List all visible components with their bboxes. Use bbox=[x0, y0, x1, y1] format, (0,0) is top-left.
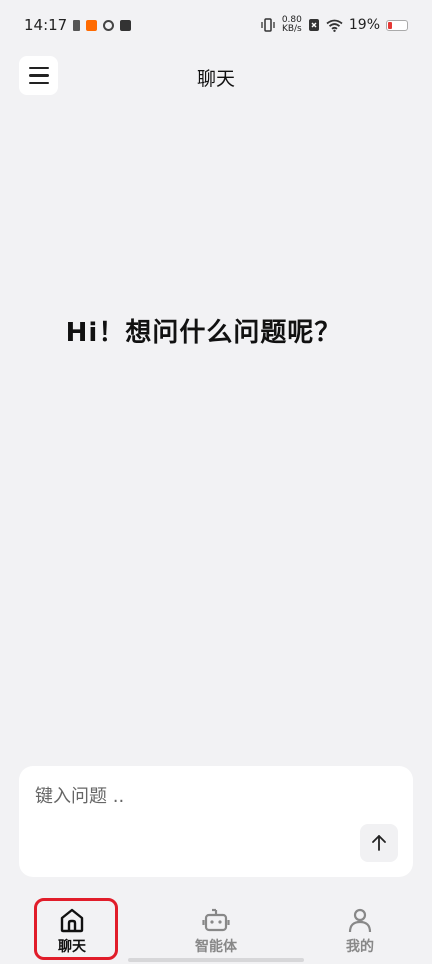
bottom-nav: 聊天 智能体 我的 bbox=[0, 896, 432, 964]
page-title: 聊天 bbox=[196, 68, 235, 90]
greeting-text: Hi！想问什么问题呢？ bbox=[65, 318, 342, 348]
battery-icon bbox=[386, 19, 408, 31]
question-input[interactable] bbox=[35, 782, 365, 810]
status-time: 14:17 bbox=[24, 16, 68, 34]
network-speed-unit: KB/s bbox=[281, 24, 302, 34]
home-indicator[interactable] bbox=[128, 958, 304, 962]
person-icon bbox=[348, 908, 372, 933]
screen: 14:17 0.80 KB/s 19% 聊天 Hi！想问什么问题呢？ 键入问题 … bbox=[0, 0, 432, 964]
nav-label-profile: 我的 bbox=[346, 939, 374, 955]
nav-item-agents[interactable]: 智能体 bbox=[144, 896, 288, 964]
sync-icon bbox=[103, 19, 115, 31]
app-notification-icon bbox=[86, 19, 98, 31]
sim-icon bbox=[73, 19, 81, 31]
robot-icon bbox=[202, 908, 230, 932]
nav-label-agents: 智能体 bbox=[195, 939, 237, 955]
nav-item-profile[interactable]: 我的 bbox=[288, 896, 432, 964]
status-left: 14:17 bbox=[24, 16, 132, 34]
no-sim-icon bbox=[308, 19, 319, 31]
wifi-icon bbox=[326, 19, 343, 32]
send-button[interactable] bbox=[360, 824, 398, 862]
app-header: 聊天 bbox=[0, 56, 432, 96]
nav-label-chat: 聊天 bbox=[58, 939, 86, 955]
status-bar: 14:17 0.80 KB/s 19% bbox=[0, 0, 432, 50]
network-speed: 0.80 KB/s bbox=[282, 16, 302, 34]
home-icon bbox=[60, 908, 84, 933]
battery-percent: 19% bbox=[348, 17, 380, 33]
vibrate-icon bbox=[261, 18, 275, 32]
app-notification-icon bbox=[120, 19, 132, 31]
composer-card bbox=[19, 766, 413, 877]
status-right: 0.80 KB/s 19% bbox=[260, 16, 408, 34]
nav-item-chat[interactable]: 聊天 bbox=[0, 896, 144, 964]
arrow-up-icon bbox=[372, 835, 386, 851]
